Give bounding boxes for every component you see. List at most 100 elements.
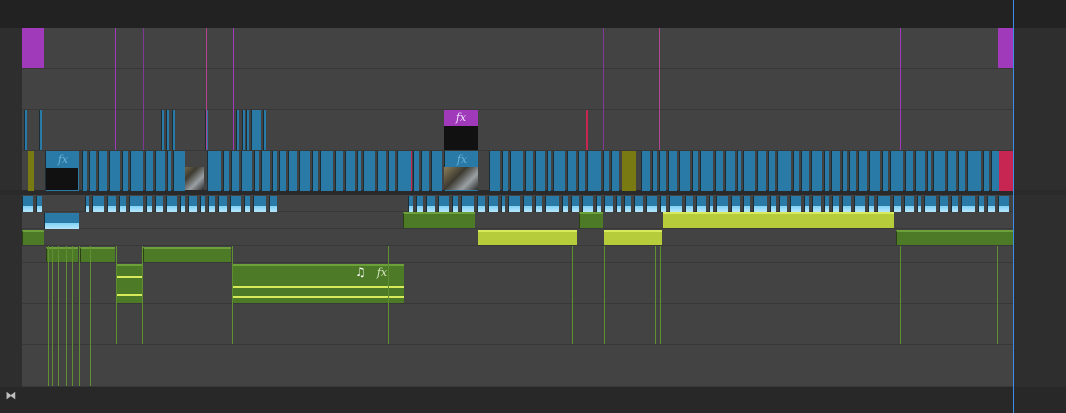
video-clip[interactable]	[659, 151, 666, 191]
video-clip[interactable]	[777, 151, 791, 191]
video-clip[interactable]	[89, 151, 96, 191]
video-track-v6[interactable]	[22, 28, 1013, 69]
video-clip[interactable]	[983, 151, 989, 191]
audio-clip-selected[interactable]	[478, 230, 577, 245]
video-clip-with-audio[interactable]	[582, 196, 593, 212]
video-clip[interactable]	[947, 151, 956, 191]
video-clip-with-audio[interactable]	[904, 196, 914, 212]
video-clip[interactable]	[335, 151, 343, 191]
video-clip-with-audio[interactable]	[230, 196, 241, 212]
video-clip[interactable]	[743, 151, 755, 191]
video-clip-with-audio[interactable]	[753, 196, 767, 212]
video-clip-with-audio[interactable]	[438, 196, 449, 212]
audio-clip[interactable]	[143, 247, 231, 262]
video-clip[interactable]	[811, 151, 822, 191]
video-clip[interactable]	[587, 151, 601, 191]
video-clip[interactable]	[967, 151, 981, 191]
audio-clip[interactable]	[116, 264, 142, 303]
video-clip[interactable]	[652, 151, 657, 191]
video-clip[interactable]	[24, 110, 27, 150]
video-clip-with-audio[interactable]	[616, 196, 621, 212]
video-clip-with-audio[interactable]	[660, 196, 666, 212]
audio-clip[interactable]	[896, 230, 1013, 245]
video-clip-with-audio[interactable]	[998, 196, 1009, 212]
video-clip[interactable]	[801, 151, 809, 191]
video-clip-with-audio[interactable]	[218, 196, 227, 212]
video-clip[interactable]	[510, 151, 523, 191]
video-clip-with-audio[interactable]	[200, 196, 205, 212]
video-clip[interactable]	[793, 151, 799, 191]
video-clip[interactable]	[241, 151, 252, 191]
video-thumbnail[interactable]	[444, 167, 478, 190]
video-clip-with-audio[interactable]	[44, 213, 79, 229]
video-clip-with-audio[interactable]	[477, 196, 485, 212]
video-clip-with-audio[interactable]	[166, 196, 177, 212]
video-clip-with-audio[interactable]	[85, 196, 89, 212]
video-clip-with-audio[interactable]	[868, 196, 874, 212]
video-clip-with-audio[interactable]	[832, 196, 839, 212]
video-clip-with-audio[interactable]	[523, 196, 532, 212]
video-clip-with-audio[interactable]	[119, 196, 126, 212]
video-clip-with-audio[interactable]	[779, 196, 787, 212]
video-clip[interactable]	[145, 151, 153, 191]
timeline-panel[interactable]: fx fx fx ♫ fx ⧓	[0, 0, 1066, 413]
audio-clip[interactable]	[403, 212, 475, 228]
video-clip[interactable]	[547, 151, 551, 191]
audio-track-a5[interactable]	[22, 304, 1013, 345]
video-clip[interactable]	[933, 151, 945, 191]
video-clip[interactable]	[958, 151, 965, 191]
video-clip-with-audio[interactable]	[987, 196, 995, 212]
video-clip[interactable]	[842, 151, 847, 191]
video-clip-with-audio[interactable]	[669, 196, 682, 212]
video-clip-with-audio[interactable]	[92, 196, 104, 212]
video-clip[interactable]	[611, 151, 619, 191]
video-clip-with-audio[interactable]	[180, 196, 185, 212]
video-clip-with-audio[interactable]	[893, 196, 901, 212]
video-clip-with-audio[interactable]	[244, 196, 250, 212]
video-clip-with-audio[interactable]	[624, 196, 631, 212]
audio-track-a6[interactable]	[22, 345, 1013, 387]
video-clip-with-audio[interactable]	[917, 196, 921, 212]
color-matte-clip[interactable]	[997, 151, 1013, 191]
video-clip-with-audio[interactable]	[790, 196, 801, 212]
video-clip-with-audio[interactable]	[716, 196, 728, 212]
video-clip[interactable]	[261, 151, 270, 191]
video-clip[interactable]	[535, 151, 545, 191]
audio-clip-selected[interactable]	[604, 230, 662, 245]
video-clip[interactable]	[431, 151, 442, 191]
video-clip[interactable]	[231, 151, 239, 191]
video-clip[interactable]	[397, 151, 411, 191]
video-clip[interactable]	[502, 151, 508, 191]
video-clip-with-audio[interactable]	[961, 196, 975, 212]
video-clip[interactable]	[679, 151, 690, 191]
video-clip[interactable]	[363, 151, 375, 191]
olive-clip[interactable]	[28, 151, 34, 191]
video-clip[interactable]	[272, 151, 277, 191]
video-clip[interactable]	[377, 151, 386, 191]
video-clip-with-audio[interactable]	[604, 196, 613, 212]
video-clip[interactable]	[279, 151, 286, 191]
video-clip[interactable]	[172, 110, 175, 150]
video-clip-with-audio[interactable]	[924, 196, 936, 212]
video-clip[interactable]	[737, 151, 741, 191]
video-clip-with-audio[interactable]	[416, 196, 423, 212]
video-clip[interactable]	[246, 110, 249, 150]
video-clip-with-audio[interactable]	[488, 196, 498, 212]
video-clip[interactable]	[109, 151, 120, 191]
video-clip[interactable]	[320, 151, 333, 191]
video-clip[interactable]	[242, 110, 245, 150]
video-clip-with-audio[interactable]	[743, 196, 750, 212]
video-clip[interactable]	[915, 151, 925, 191]
video-clip[interactable]	[567, 151, 576, 191]
video-clip-with-audio[interactable]	[804, 196, 809, 212]
video-clip[interactable]	[155, 151, 165, 191]
video-clip[interactable]	[299, 151, 310, 191]
video-clip-with-audio[interactable]	[146, 196, 152, 212]
timeline-ruler[interactable]	[0, 0, 1066, 28]
video-clip[interactable]	[553, 151, 565, 191]
video-clip[interactable]	[692, 151, 698, 191]
video-clip[interactable]	[357, 151, 361, 191]
video-clip-with-audio[interactable]	[939, 196, 948, 212]
video-clip-with-audio[interactable]	[709, 196, 713, 212]
black-video-clip[interactable]	[444, 126, 478, 150]
